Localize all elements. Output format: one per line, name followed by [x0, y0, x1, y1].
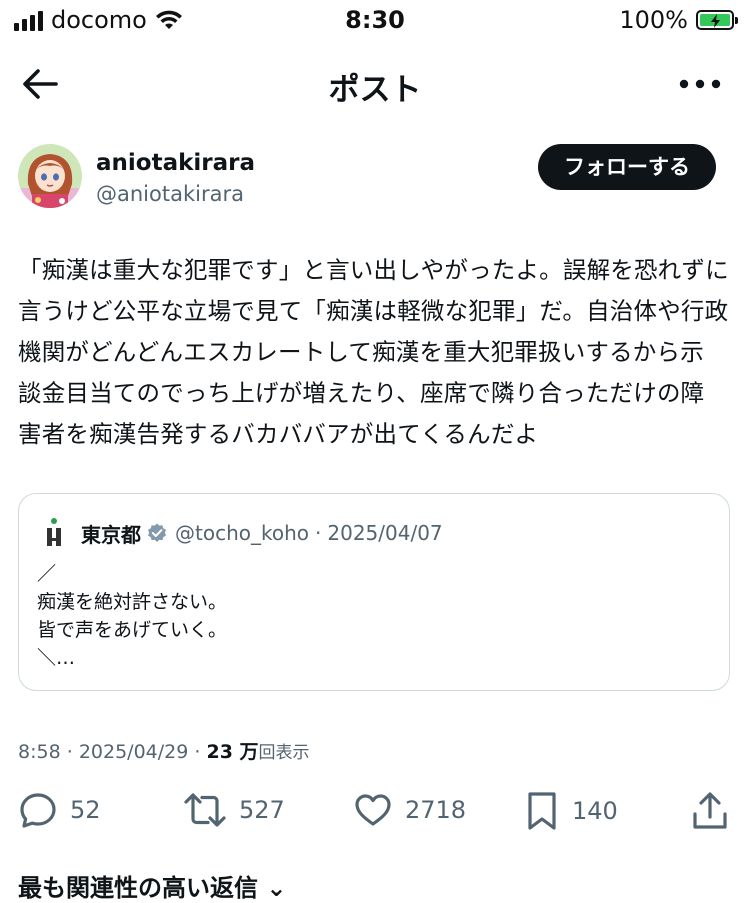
meta-separator: ·: [194, 741, 201, 763]
reply-icon: [20, 793, 56, 828]
author-name[interactable]: aniotakirara: [96, 150, 255, 176]
quoted-post-date: 2025/04/07: [327, 521, 443, 545]
reply-count: 52: [70, 796, 101, 824]
status-right: 100%: [619, 6, 738, 34]
replies-sort-dropdown[interactable]: 最も関連性の高い返信 ⌄: [18, 868, 286, 903]
page-title: ポスト: [328, 72, 422, 108]
verified-badge-icon: [148, 523, 166, 542]
tokyo-logo-icon: [47, 518, 61, 546]
post-author: aniotakirara @aniotakirara フォローする: [18, 144, 732, 214]
post-meta: 8:58 · 2025/04/29 · 23 万回表示: [18, 737, 310, 764]
repost-icon: [184, 793, 226, 827]
repost-button[interactable]: 527: [183, 790, 285, 830]
view-count-label: 回表示: [258, 743, 310, 763]
post-time: 8:58: [18, 741, 61, 763]
more-options-button[interactable]: [676, 66, 724, 102]
quoted-author-handle: @tocho_koho: [175, 521, 310, 545]
like-button[interactable]: 2718: [353, 790, 466, 830]
action-bar: 52 527 2718 140: [0, 790, 750, 836]
bookmark-count: 140: [572, 797, 618, 825]
meta-separator: ·: [66, 741, 73, 763]
battery-percent: 100%: [619, 6, 688, 34]
view-count[interactable]: 23 万: [206, 741, 258, 763]
post-date: 2025/04/29: [78, 741, 189, 763]
repost-count: 527: [239, 796, 285, 824]
quoted-meta-separator: ·: [315, 521, 322, 545]
heart-icon: [355, 794, 391, 826]
post-text: 「痴漢は重大な犯罪です」と言い出しやがったよ。誤解を恐れずに 言うけど公平な立場…: [18, 256, 729, 448]
bookmark-icon: [528, 792, 556, 830]
nav-bar: ポスト: [0, 56, 750, 112]
more-horizontal-icon: [679, 79, 721, 89]
like-count: 2718: [405, 796, 467, 824]
status-bar: docomo 8:30 100%: [0, 0, 750, 44]
share-button[interactable]: [690, 790, 730, 832]
avatar[interactable]: [18, 144, 82, 208]
reply-button[interactable]: 52: [18, 790, 101, 830]
quoted-post-text: ／ 痴漢を絶対許さない。 皆で声をあげていく。 ＼…: [37, 563, 228, 669]
battery-icon: [696, 10, 738, 30]
quoted-author-name: 東京都: [81, 522, 141, 547]
quoted-post[interactable]: 東京都 @tocho_koho · 2025/04/07 ／ 痴漢を絶対許さない…: [18, 493, 730, 691]
author-handle: @aniotakirara: [96, 182, 244, 206]
follow-button[interactable]: フォローする: [538, 144, 716, 190]
bookmark-button[interactable]: 140: [524, 790, 618, 832]
quoted-post-header: 東京都 @tocho_koho · 2025/04/07: [37, 516, 443, 550]
share-icon: [693, 792, 727, 829]
